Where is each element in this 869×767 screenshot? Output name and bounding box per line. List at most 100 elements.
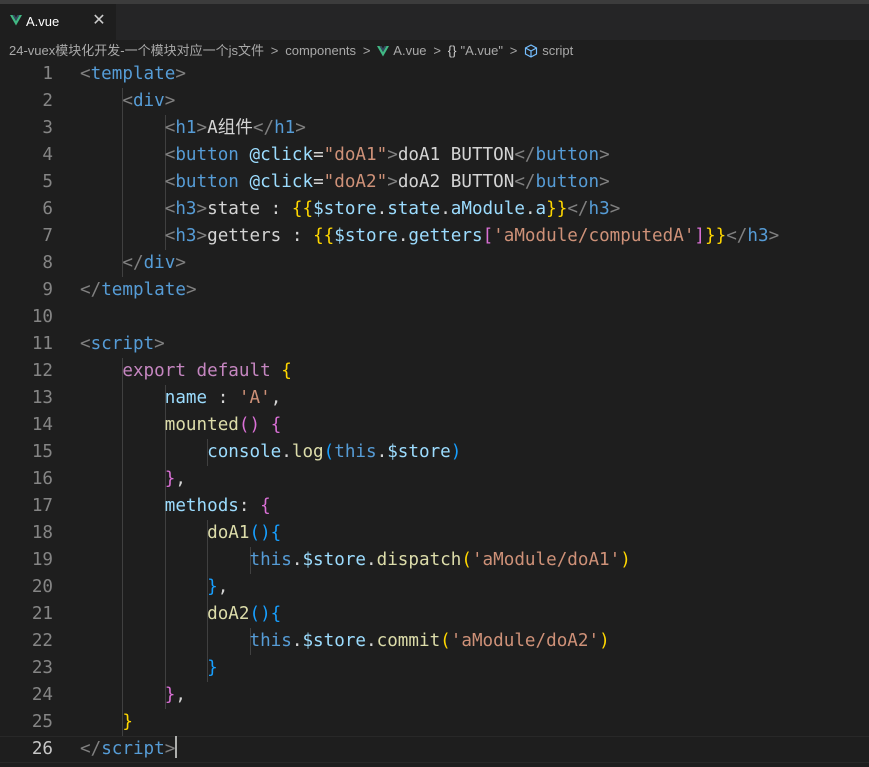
code-token: { — [270, 604, 282, 624]
code-text: doA1(){ — [80, 520, 281, 547]
code-line[interactable]: 9 </template> — [0, 277, 869, 304]
code-token: . — [281, 442, 292, 462]
breadcrumb-folder[interactable]: components — [285, 40, 356, 62]
code-token: this — [334, 442, 377, 462]
breadcrumb-object[interactable]: {} "A.vue" — [448, 40, 503, 62]
code-line[interactable]: 16 }, — [0, 466, 869, 493]
code-token: < — [80, 64, 91, 84]
code-line[interactable]: 10 — [0, 304, 869, 331]
code-line[interactable]: 22 this.$store.commit('aModule/doA2') — [0, 628, 869, 655]
code-token: 'A' — [238, 388, 271, 408]
breadcrumb-file[interactable]: A.vue — [377, 40, 427, 62]
chevron-right-icon: > — [509, 43, 518, 58]
code-line[interactable]: 23 } — [0, 655, 869, 682]
code-line[interactable]: 13 name : 'A', — [0, 385, 869, 412]
code-token: . — [524, 199, 536, 219]
code-line[interactable]: 26 </script> — [0, 736, 869, 763]
code-text: } — [80, 655, 218, 682]
code-text: this.$store.dispatch('aModule/doA1') — [80, 547, 631, 574]
breadcrumb-symbol-label: script — [542, 43, 574, 58]
code-line[interactable]: 24 }, — [0, 682, 869, 709]
code-token: aModule — [450, 199, 525, 219]
breadcrumb-project[interactable]: 24-vuex模块化开发-一个模块对应一个js文件 — [9, 40, 264, 62]
code-token: : — [238, 496, 261, 516]
code-line[interactable]: 25 } — [0, 709, 869, 736]
code-token: > — [609, 199, 621, 219]
code-text: </div> — [80, 250, 186, 277]
code-token: $store — [387, 442, 451, 462]
line-number: 12 — [31, 361, 53, 381]
line-number: 13 — [31, 388, 53, 408]
code-token: > — [196, 226, 208, 246]
code-token: . — [397, 226, 409, 246]
code-token: $store — [313, 199, 377, 219]
code-token: ] — [694, 226, 706, 246]
line-number: 26 — [31, 739, 53, 759]
code-text: mounted() { — [80, 412, 282, 439]
code-token: . — [366, 550, 377, 570]
code-text: <button @click="doA2">doA2 BUTTON</butto… — [80, 169, 610, 196]
code-line[interactable]: 6 <h3>state : {{$store.state.aModule.a}}… — [0, 196, 869, 223]
line-number: 5 — [42, 172, 53, 192]
code-token: < — [80, 334, 91, 354]
breadcrumb-symbol[interactable]: script — [524, 40, 573, 62]
code-line[interactable]: 2 <div> — [0, 88, 869, 115]
code-editor[interactable]: 1 <template> 2 <div> 3 <h1>A组件</h1> 4 <butto… — [0, 60, 869, 767]
code-token: > — [599, 145, 610, 165]
code-token: ( — [461, 550, 472, 570]
code-token: }} — [705, 226, 727, 246]
code-token: > — [175, 253, 186, 273]
chevron-right-icon: > — [270, 43, 279, 58]
code-token: default — [196, 361, 271, 381]
code-token: } — [207, 577, 218, 597]
code-token: h3 — [747, 226, 769, 246]
code-line[interactable]: 4 <button @click="doA1">doA1 BUTTON</but… — [0, 142, 869, 169]
code-line[interactable]: 12 export default { — [0, 358, 869, 385]
text-cursor — [175, 736, 178, 758]
code-line[interactable]: 11 <script> — [0, 331, 869, 358]
code-line[interactable]: 8 </div> — [0, 250, 869, 277]
code-text: <h3>getters : {{$store.getters['aModule/… — [80, 223, 779, 250]
line-number: 22 — [31, 631, 53, 651]
line-number: 17 — [31, 496, 53, 516]
code-line[interactable]: 21 doA2(){ — [0, 601, 869, 628]
code-token: ) — [450, 442, 462, 462]
code-token: h1 — [274, 118, 296, 138]
code-token: . — [291, 631, 303, 651]
line-number: 25 — [31, 712, 53, 732]
code-token: script — [101, 739, 165, 759]
code-line[interactable]: 20 }, — [0, 574, 869, 601]
code-token: ) — [620, 550, 631, 570]
code-token: template — [101, 280, 186, 300]
code-line[interactable]: 3 <h1>A组件</h1> — [0, 115, 869, 142]
code-token: > — [164, 91, 176, 111]
code-token: button — [175, 145, 239, 165]
code-token: } — [164, 469, 176, 489]
code-line[interactable]: 15 console.log(this.$store) — [0, 439, 869, 466]
close-icon[interactable]: ✕ — [90, 12, 108, 30]
code-token: div — [132, 91, 165, 111]
code-token: < — [164, 118, 176, 138]
vue-icon — [10, 15, 22, 26]
code-token: < — [164, 199, 176, 219]
tab-a-vue[interactable]: A.vue ✕ — [0, 4, 116, 40]
line-number: 19 — [31, 550, 53, 570]
code-line[interactable]: 14 mounted() { — [0, 412, 869, 439]
code-token: > — [196, 199, 208, 219]
code-line[interactable]: 1 <template> — [0, 61, 869, 88]
code-line[interactable]: 7 <h3>getters : {{$store.getters['aModul… — [0, 223, 869, 250]
code-line[interactable]: 17 methods: { — [0, 493, 869, 520]
code-token: this — [249, 550, 292, 570]
code-token: </ — [252, 118, 275, 138]
code-line[interactable]: 18 doA1(){ — [0, 520, 869, 547]
code-line[interactable]: 5 <button @click="doA2">doA2 BUTTON</but… — [0, 169, 869, 196]
code-token: a — [535, 199, 547, 219]
code-line[interactable]: 19 this.$store.dispatch('aModule/doA1') — [0, 547, 869, 574]
